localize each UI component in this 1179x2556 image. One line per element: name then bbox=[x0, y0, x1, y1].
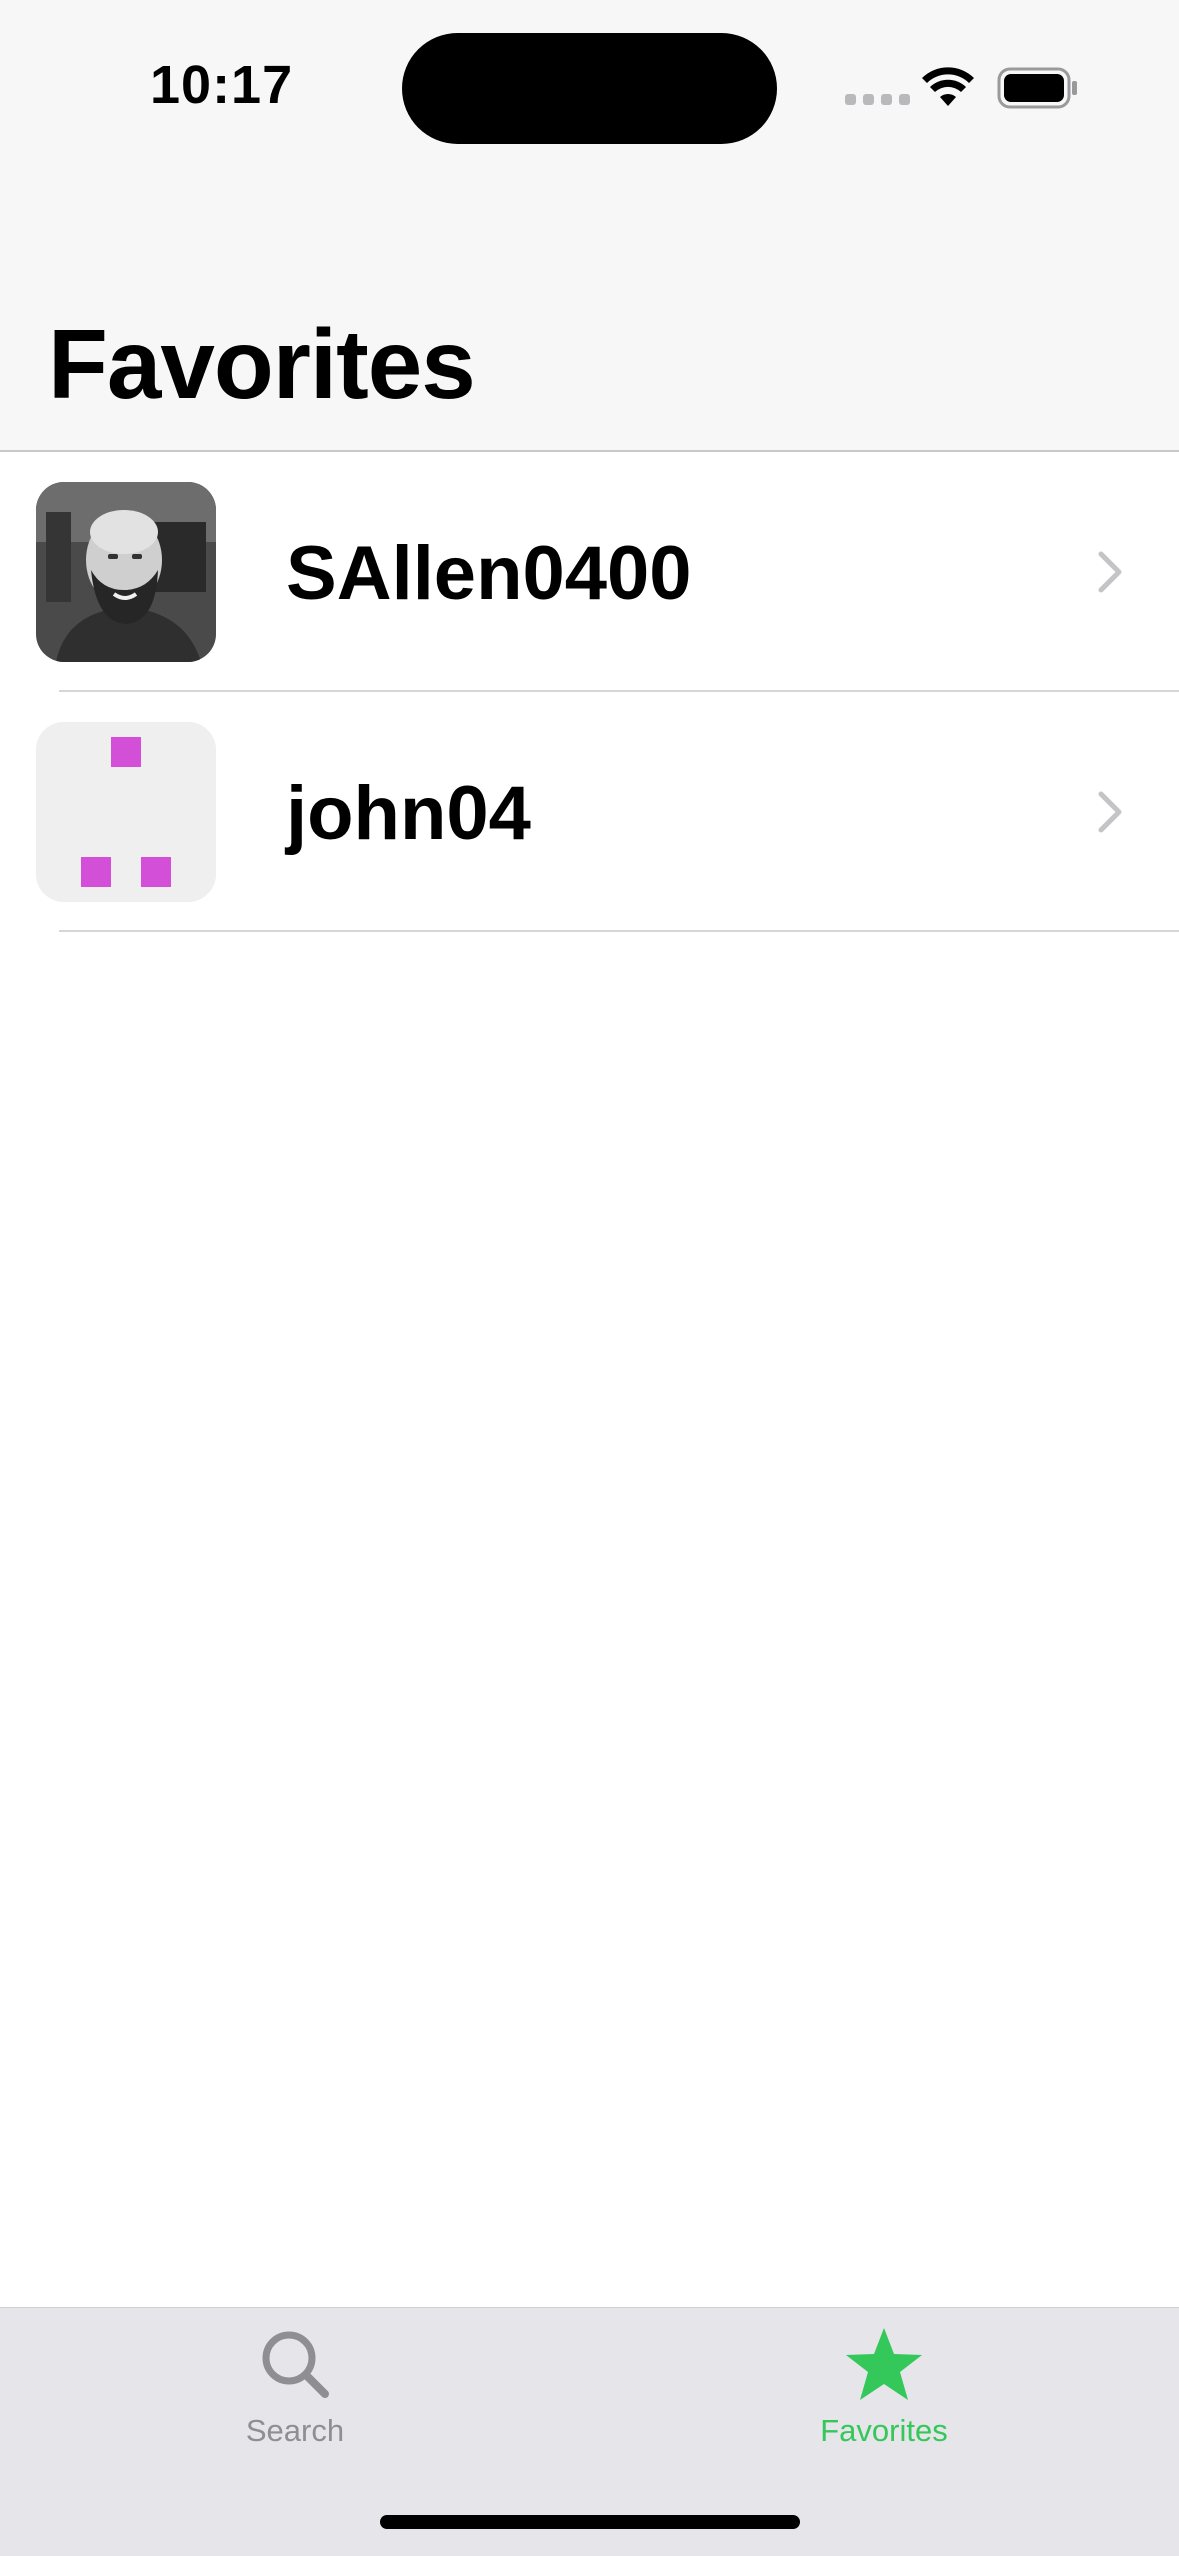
tab-favorites-label: Favorites bbox=[820, 2413, 948, 2448]
cellular-signal-icon bbox=[845, 94, 910, 105]
favorites-list: SAllen0400 john04 bbox=[0, 452, 1179, 932]
chevron-right-icon bbox=[1098, 791, 1122, 833]
tab-search-label: Search bbox=[245, 2413, 345, 2448]
avatar bbox=[36, 482, 216, 662]
user-photo-avatar bbox=[36, 482, 216, 662]
identicon-avatar bbox=[36, 722, 216, 902]
username-label: john04 bbox=[286, 771, 531, 856]
navigation-header: 10:17 Favorites bbox=[0, 0, 1179, 452]
battery-icon bbox=[997, 67, 1077, 109]
star-icon bbox=[846, 2328, 922, 2400]
row-separator bbox=[59, 930, 1179, 932]
favorite-row[interactable]: john04 bbox=[0, 692, 1179, 932]
wifi-icon bbox=[922, 67, 974, 106]
page-title: Favorites bbox=[48, 309, 476, 419]
dynamic-island bbox=[402, 33, 777, 144]
status-time: 10:17 bbox=[150, 55, 294, 115]
app-screen: 10:17 Favorites SAllen0400 john04 Search… bbox=[0, 0, 1179, 2556]
favorite-row[interactable]: SAllen0400 bbox=[0, 452, 1179, 692]
home-indicator[interactable] bbox=[380, 2515, 800, 2529]
tab-favorites[interactable]: Favorites bbox=[734, 2326, 1034, 2449]
magnifying-glass-icon bbox=[262, 2331, 329, 2398]
username-label: SAllen0400 bbox=[286, 531, 692, 616]
tab-search[interactable]: Search bbox=[145, 2326, 445, 2449]
chevron-right-icon bbox=[1098, 551, 1122, 593]
avatar bbox=[36, 722, 216, 902]
